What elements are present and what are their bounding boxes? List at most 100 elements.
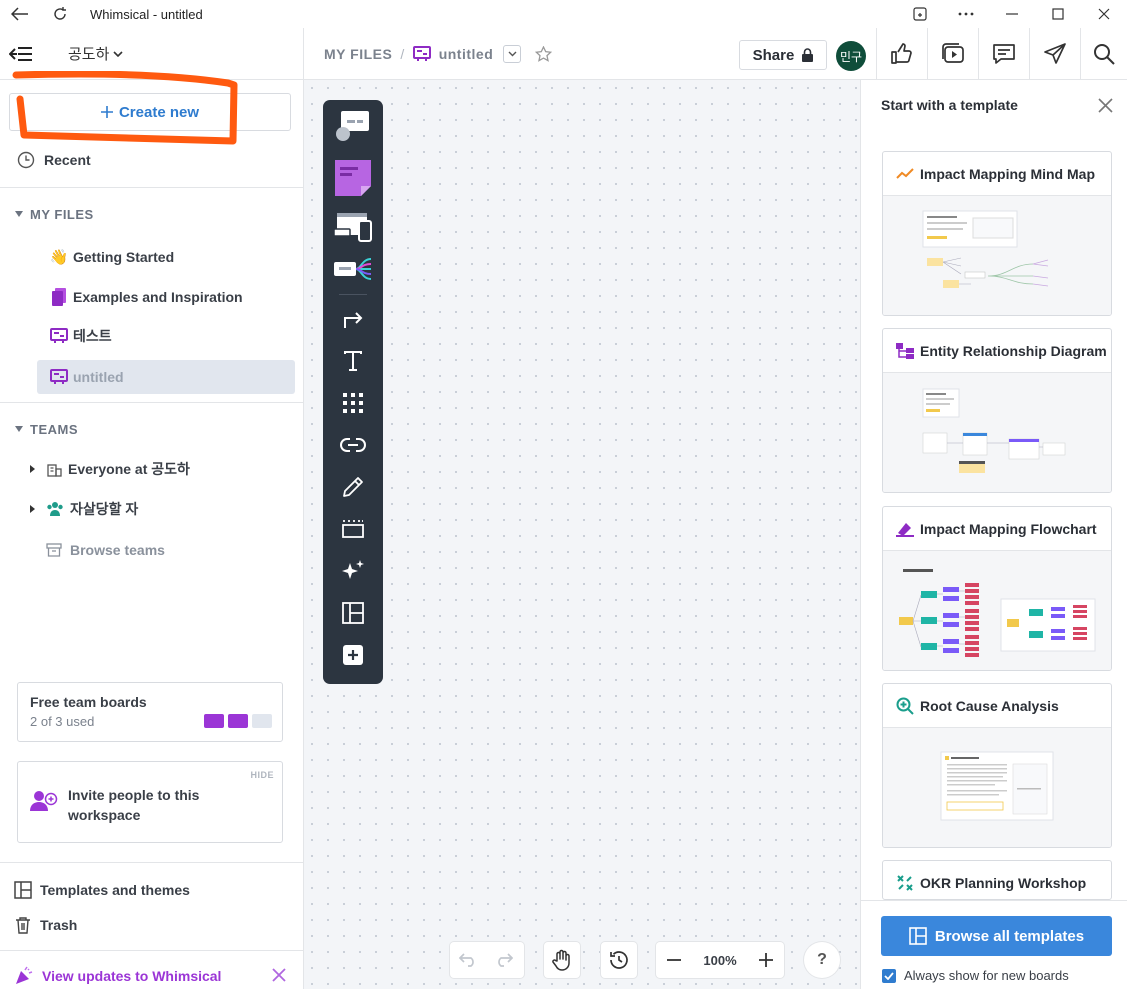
trend-icon [896,167,914,179]
star-icon[interactable] [535,45,553,62]
file-label: 테스트 [73,328,112,344]
reload-icon[interactable] [46,0,74,28]
free-team-boards-card[interactable]: Free team boards 2 of 3 used [17,682,283,742]
minus-icon [667,959,681,961]
share-button[interactable]: Share [739,40,827,70]
trash-link[interactable]: Trash [14,911,77,939]
more-options-icon[interactable] [943,0,989,28]
template-card-okr-workshop[interactable]: OKR Planning Workshop [882,860,1112,900]
template-card-impact-flowchart[interactable]: Impact Mapping Flowchart [882,506,1112,671]
back-arrow-icon[interactable] [6,0,34,28]
team-second[interactable]: 자살당할 자 [28,492,298,526]
file-untitled-selected[interactable]: untitled [37,360,295,394]
hide-invite-button[interactable]: HIDE [250,770,274,780]
collapse-sidebar-icon[interactable] [0,28,42,80]
redo-button[interactable] [486,942,522,978]
help-button[interactable]: ? [804,942,840,978]
zoom-level[interactable]: 100% [692,953,748,968]
layout-icon [14,881,32,899]
plus-icon [759,953,773,967]
zoom-out-button[interactable] [656,942,692,978]
avatar[interactable]: 민구 [836,41,866,71]
template-card-root-cause[interactable]: Root Cause Analysis [882,683,1112,848]
history-group [601,942,637,978]
dismiss-updates-icon[interactable] [272,968,286,982]
file-header: MY FILES / untitled Share 민구 [304,28,1127,80]
create-new-button[interactable]: Create new [9,93,291,131]
like-button[interactable] [876,28,926,80]
mindmap-icon [334,258,372,280]
file-getting-started[interactable]: 👋 Getting Started [37,240,295,274]
section-frame-icon [342,520,364,538]
sparkles-icon [342,560,364,579]
file-name[interactable]: untitled [439,46,494,62]
teams-section-toggle[interactable]: TEAMS [0,411,303,447]
tool-more[interactable] [323,636,383,674]
close-window-icon[interactable] [1081,0,1127,28]
invite-card[interactable]: HIDE Invite people to this workspace [17,761,283,843]
maximize-icon[interactable] [1035,0,1081,28]
tool-templates[interactable] [323,594,383,632]
board-canvas[interactable]: 100% ? [304,80,860,989]
divider [0,187,303,188]
caret-right-icon[interactable] [28,504,36,514]
publish-button[interactable] [1029,28,1079,80]
tool-link[interactable] [323,426,383,464]
file-examples-and-inspiration[interactable]: Examples and Inspiration [37,280,295,314]
chevron-down-icon [113,50,123,57]
close-panel-icon[interactable] [1098,98,1113,113]
tool-icons[interactable] [323,384,383,422]
file-menu-chevron-icon[interactable] [503,44,522,63]
template-card-impact-mind-map[interactable]: Impact Mapping Mind Map [882,151,1112,316]
workspace-switcher[interactable]: 공도하 [68,43,123,64]
my-files-section-toggle[interactable]: MY FILES [0,196,303,232]
window-title: Whimsical - untitled [90,6,203,22]
pan-hand-button[interactable] [544,942,580,978]
tool-sticky-note[interactable] [323,156,383,200]
history-icon [610,951,628,969]
minimize-icon[interactable] [989,0,1035,28]
team-everyone[interactable]: Everyone at 공도하 [28,452,298,486]
recent-link[interactable]: Recent [0,142,303,178]
version-history-button[interactable] [601,942,637,978]
tool-text[interactable] [323,342,383,380]
tool-shapes[interactable] [323,106,383,144]
undo-button[interactable] [450,942,486,978]
template-card-entity-relationship[interactable]: Entity Relationship Diagram [882,328,1112,493]
templates-and-themes-link[interactable]: Templates and themes [14,876,190,904]
trash-label: Trash [40,917,78,933]
caret-right-icon[interactable] [28,464,36,474]
tool-wireframe[interactable] [323,208,383,246]
always-show-checkbox-row[interactable]: Always show for new boards [882,968,1069,983]
view-updates-label: View updates to Whimsical [42,968,222,984]
view-updates-link[interactable]: View updates to Whimsical [14,962,221,990]
building-icon [46,461,62,477]
always-show-checkbox[interactable] [882,968,896,983]
free-boards-used: 2 of 3 used [30,714,95,729]
tool-section[interactable] [323,510,383,548]
browse-all-templates-button[interactable]: Browse all templates [881,916,1112,956]
template-name: OKR Planning Workshop [920,875,1087,891]
search-button[interactable] [1080,28,1127,80]
template-card-header: Root Cause Analysis [883,684,1111,728]
caret-down-icon [15,426,23,432]
template-thumbnail [883,196,1111,315]
comments-button[interactable] [978,28,1028,80]
tool-ai[interactable] [323,552,383,590]
template-thumbnail [883,728,1111,847]
present-button[interactable] [927,28,977,80]
template-name: Impact Mapping Mind Map [920,165,1095,182]
plus-icon [100,106,113,118]
file-test-board[interactable]: 테스트 [37,319,295,353]
team-icon [46,501,64,517]
tool-pencil[interactable] [323,468,383,506]
breadcrumb-my-files[interactable]: MY FILES [324,46,392,62]
tool-mindmap[interactable] [323,250,383,288]
hand-tool-group [544,942,580,978]
caret-down-icon [15,211,23,217]
share-screen-icon[interactable] [897,0,943,28]
zoom-in-button[interactable] [748,942,784,978]
tool-connector[interactable] [323,300,383,338]
usage-slot-used [204,714,224,728]
browse-teams-link[interactable]: Browse teams [46,533,316,567]
